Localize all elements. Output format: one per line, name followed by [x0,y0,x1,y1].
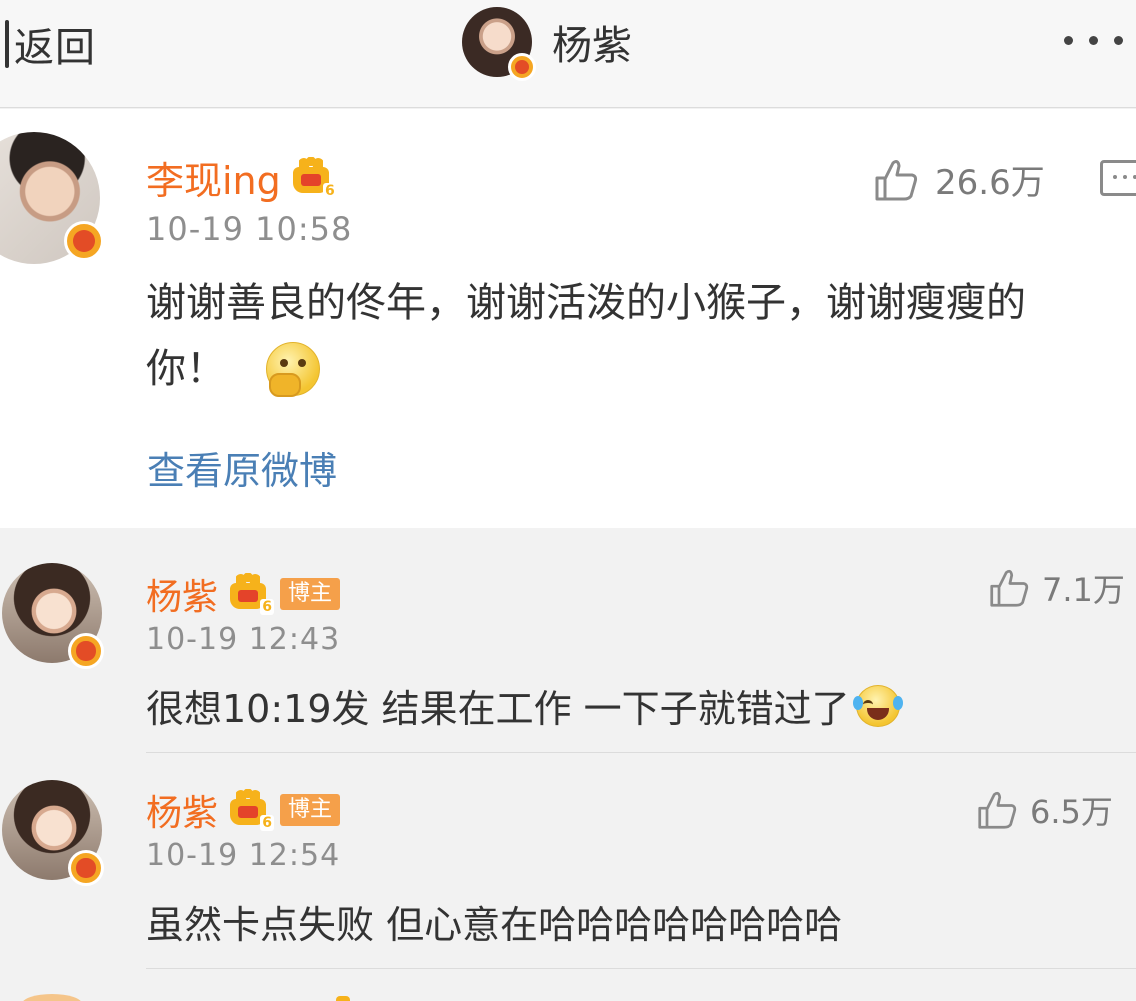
comment-text: 虽然卡点失败 但心意在哈哈哈哈哈哈哈哈 [146,903,843,947]
comment-author-row: 杨紫 6 博主 [146,568,341,620]
nav-profile[interactable]: 杨紫 [462,6,632,81]
comment-like-button[interactable]: 7.1万 [988,565,1125,611]
vip-crown-icon: 6 [291,156,337,199]
thumb-up-icon [976,790,1018,830]
comment-timestamp: 10-19 12:54 [146,838,341,873]
page-title: 杨紫 [552,23,632,69]
post-text: 谢谢善良的佟年，谢谢活泼的小猴子，谢谢瘦瘦的 [146,280,1026,326]
vip-crown-icon: 6 [228,789,275,831]
view-original-link[interactable]: 查看原微博 [147,440,337,495]
vip-crown-icon [336,996,350,1001]
divider [146,968,1136,969]
laugh-cry-emoji-icon [852,684,903,727]
comment-text-row: 很想10:19发 结果在工作 一下子就错过了 [146,678,903,733]
comment-text: 很想10:19发 结果在工作 一下子就错过了 [146,687,850,731]
comment-author-name[interactable]: 杨紫 [146,784,218,836]
comment-timestamp: 10-19 12:43 [146,622,341,657]
post-author-row: 李现ing 6 [146,150,337,205]
comment-author-name[interactable]: 杨紫 [146,568,218,620]
back-label: 返回 [14,25,96,71]
thumb-up-icon [988,568,1030,608]
post-text-end: 你！ [146,346,226,392]
comment-icon[interactable] [1100,160,1136,196]
vip-crown-icon: 6 [228,573,275,615]
back-chevron-icon [0,14,20,74]
post-author-name[interactable]: 李现ing [146,150,281,205]
vip-level: 6 [260,815,275,831]
more-dots-icon[interactable] [1064,36,1123,45]
author-badge: 博主 [280,794,341,826]
thinking-emoji-icon [266,342,320,397]
verified-badge-icon [68,850,104,886]
avatar[interactable] [22,994,82,1001]
post-like-count: 26.6万 [935,163,1045,203]
comment-text-row: 虽然卡点失败 但心意在哈哈哈哈哈哈哈哈 [146,894,842,949]
vip-level: 6 [260,599,275,615]
comment-author-row: 杨紫 6 博主 [146,784,341,836]
back-button[interactable]: 返回 [0,14,96,74]
thumb-up-icon [873,158,919,202]
post-timestamp: 10-19 10:58 [146,210,353,248]
verified-badge-icon [508,53,536,81]
top-nav-bar: 返回 杨紫 [0,0,1136,108]
comment-like-button[interactable]: 6.5万 [976,787,1113,833]
divider [146,752,1136,753]
post-like-button[interactable]: 26.6万 [873,155,1045,204]
verified-badge-icon [64,221,104,261]
vip-level: 6 [323,182,337,199]
verified-badge-icon [68,633,104,669]
comment-like-count: 7.1万 [1042,571,1125,609]
post-text-line2: 你！ [146,336,320,402]
comment-like-count: 6.5万 [1030,793,1113,831]
author-badge: 博主 [280,578,341,610]
avatar[interactable] [462,7,536,81]
